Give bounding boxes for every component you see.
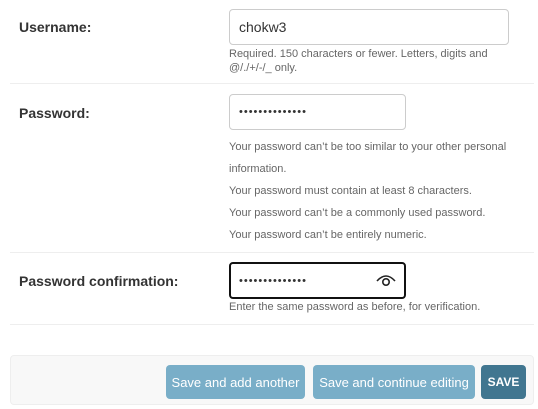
username-row: Username: Required. 150 characters or fe… xyxy=(10,0,534,84)
password-help-list: Your password can’t be too similar to yo… xyxy=(229,136,529,246)
save-button[interactable]: SAVE xyxy=(481,365,526,399)
password-confirmation-label: Password confirmation: xyxy=(19,273,179,289)
password-confirmation-help: Enter the same password as before, for v… xyxy=(229,301,481,313)
password-confirmation-field xyxy=(229,262,406,299)
password-help-item: Your password can’t be entirely numeric. xyxy=(229,229,427,241)
password-help-item: Your password must contain at least 8 ch… xyxy=(229,185,472,197)
password-confirmation-row: Password confirmation: Enter the same pa… xyxy=(10,253,534,325)
password-help-item: Your password can’t be a commonly used p… xyxy=(229,207,486,219)
username-label: Username: xyxy=(19,19,92,35)
password-row: Password: Your password can’t be too sim… xyxy=(10,84,534,253)
save-and-add-another-button[interactable]: Save and add another xyxy=(166,365,305,399)
username-help: Required. 150 characters or fewer. Lette… xyxy=(229,48,488,74)
password-input[interactable] xyxy=(229,94,406,130)
submit-row: Save and add another Save and continue e… xyxy=(10,355,534,405)
save-and-continue-button[interactable]: Save and continue editing xyxy=(313,365,475,399)
password-label: Password: xyxy=(19,105,90,121)
username-input[interactable] xyxy=(229,9,509,45)
password-confirmation-input[interactable] xyxy=(231,264,371,297)
eye-icon[interactable] xyxy=(376,272,396,288)
password-help-item: Your password can’t be too similar to yo… xyxy=(229,141,507,175)
